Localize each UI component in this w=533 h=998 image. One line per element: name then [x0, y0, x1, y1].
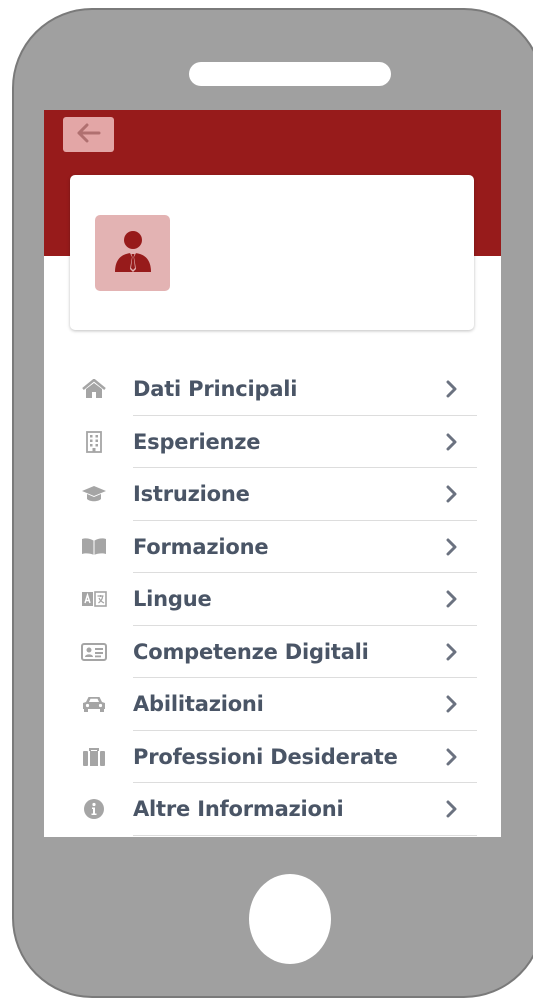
chevron-right-icon: [444, 537, 460, 557]
car-icon: [80, 692, 108, 716]
menu-item-competenze-digitali[interactable]: Competenze Digitali: [44, 626, 501, 678]
divider: [133, 834, 477, 836]
menu-item-label: Esperienze: [133, 429, 261, 454]
menu-item-altre-informazioni[interactable]: Altre Informazioni: [44, 783, 501, 836]
phone-home-button[interactable]: [249, 874, 331, 964]
chevron-right-icon: [444, 589, 460, 609]
menu-item-abilitazioni[interactable]: Abilitazioni: [44, 678, 501, 731]
chevron-right-icon: [444, 379, 460, 399]
info-circle-icon: [80, 797, 108, 821]
menu-item-istruzione[interactable]: Istruzione: [44, 468, 501, 521]
menu-item-label: Altre Informazioni: [133, 797, 344, 822]
chevron-right-icon: [444, 694, 460, 714]
menu-item-label: Competenze Digitali: [133, 639, 369, 664]
chevron-right-icon: [444, 799, 460, 819]
menu-item-dati-principali[interactable]: Dati Principali: [44, 363, 501, 416]
avatar[interactable]: [95, 215, 170, 291]
menu-item-formazione[interactable]: Formazione: [44, 521, 501, 573]
profile-card: [70, 175, 474, 330]
phone-speaker: [189, 62, 391, 86]
menu-item-label: Professioni Desiderate: [133, 744, 398, 769]
book-open-icon: [80, 535, 108, 559]
menu-item-lingue[interactable]: Lingue: [44, 573, 501, 626]
menu-item-label: Dati Principali: [133, 377, 298, 402]
id-card-icon: [80, 640, 108, 664]
building-icon: [80, 430, 108, 454]
chevron-right-icon: [444, 642, 460, 662]
menu-item-label: Formazione: [133, 534, 269, 559]
profile-menu: Dati Principali Esperienze Istruzione Fo…: [44, 363, 501, 836]
back-button[interactable]: [63, 117, 114, 152]
arrow-left-icon: [77, 123, 101, 147]
suitcase-icon: [80, 745, 108, 769]
language-icon: [80, 587, 108, 611]
menu-item-label: Lingue: [133, 587, 212, 612]
menu-item-professioni-desiderate[interactable]: Professioni Desiderate: [44, 731, 501, 783]
menu-item-label: Istruzione: [133, 482, 250, 507]
menu-item-label: Abilitazioni: [133, 692, 264, 717]
chevron-right-icon: [444, 432, 460, 452]
user-tie-icon: [113, 229, 153, 277]
app-screen: Dati Principali Esperienze Istruzione Fo…: [44, 110, 501, 837]
chevron-right-icon: [444, 747, 460, 767]
chevron-right-icon: [444, 484, 460, 504]
home-icon: [80, 377, 108, 401]
menu-item-esperienze[interactable]: Esperienze: [44, 416, 501, 468]
graduation-cap-icon: [80, 482, 108, 506]
